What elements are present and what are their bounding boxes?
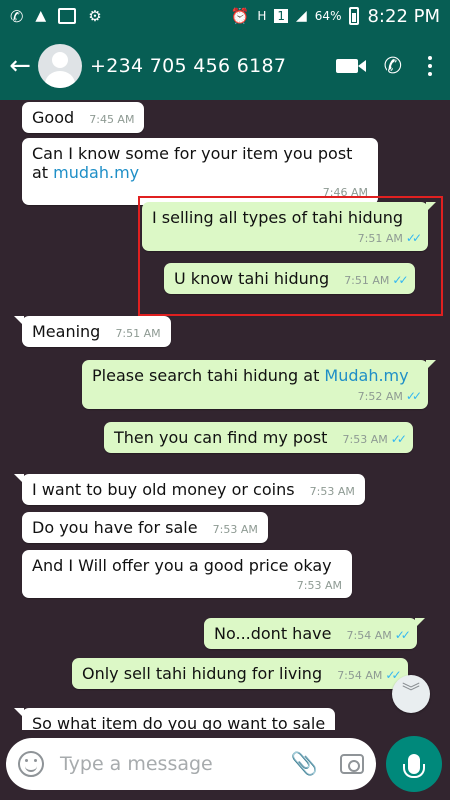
message-link[interactable]: Mudah.my — [324, 366, 408, 385]
message-incoming[interactable]: Can I know some for your item you post a… — [22, 138, 378, 205]
alarm-icon: ⏰ — [230, 7, 250, 25]
message-input-box[interactable]: Type a message 📎 — [6, 738, 376, 790]
gallery-icon: ▲ — [35, 8, 47, 24]
message-list[interactable]: Good 7:45 AM Can I know some for your it… — [0, 100, 450, 730]
message-text: Meaning — [32, 322, 101, 341]
emoji-icon[interactable] — [18, 751, 44, 777]
message-text: Only sell tahi hidung for living — [82, 664, 323, 683]
whatsapp-icon: ✆ — [10, 6, 24, 26]
avatar[interactable] — [38, 44, 82, 88]
input-bar: Type a message 📎 — [0, 730, 450, 800]
clock: 8:22 PM — [367, 5, 440, 27]
message-text: Then you can find my post — [114, 428, 328, 447]
read-receipt-icon: ✓✓ — [405, 389, 422, 403]
message-time: 7:53 AM — [212, 523, 258, 536]
read-receipt-icon: ✓✓ — [390, 432, 407, 446]
message-time: 7:54 AM — [346, 629, 392, 642]
message-outgoing[interactable]: Please search tahi hidung at Mudah.my 7:… — [82, 360, 436, 409]
message-meta: 7:52 AM ✓✓ — [92, 389, 422, 403]
message-meta: 7:54 AM ✓✓ — [337, 668, 401, 682]
message-text: Please search tahi hidung at — [92, 366, 325, 385]
signal-icon: ◢ — [296, 8, 307, 24]
message-incoming[interactable]: And I Will offer you a good price okay 7… — [22, 550, 352, 598]
message-text: And I Will offer you a good price okay — [32, 556, 332, 575]
message-outgoing[interactable]: No...dont have 7:54 AM ✓✓ — [204, 618, 425, 649]
read-receipt-icon: ✓✓ — [394, 628, 411, 642]
message-input[interactable]: Type a message — [60, 753, 291, 775]
status-bar: ✆ ▲ ⚙ ⏰ H 1 ◢ 64% 8:22 PM — [0, 0, 450, 32]
message-time: 7:45 AM — [89, 113, 135, 126]
attach-icon[interactable]: 📎 — [291, 752, 318, 777]
message-meta: 7:54 AM ✓✓ — [346, 628, 411, 642]
sim-label: 1 — [274, 9, 289, 23]
message-text: I want to buy old money or coins — [32, 480, 295, 499]
message-text: Do you have for sale — [32, 518, 198, 537]
network-label: H — [257, 9, 267, 23]
read-receipt-icon: ✓✓ — [385, 668, 401, 682]
message-time: 7:54 AM — [337, 669, 383, 682]
scroll-down-icon[interactable]: ︾ — [392, 675, 430, 713]
message-text: Good — [32, 108, 75, 127]
phone-call-icon[interactable]: ✆ — [384, 54, 402, 79]
message-incoming[interactable]: So what item do you go want to sale — [13, 708, 336, 730]
message-time: 7:53 AM — [296, 579, 342, 592]
mic-button[interactable] — [386, 736, 442, 792]
message-meta: 7:53 AM ✓✓ — [342, 432, 407, 446]
message-text: No...dont have — [214, 624, 332, 643]
video-call-icon[interactable] — [335, 59, 366, 73]
battery-percent: 64% — [314, 9, 342, 23]
battery-icon — [349, 7, 360, 25]
message-incoming[interactable]: Good 7:45 AM — [22, 102, 145, 133]
message-link[interactable]: mudah.my — [53, 163, 139, 182]
message-time: 7:53 AM — [342, 433, 388, 446]
more-options-icon[interactable] — [428, 56, 432, 76]
message-time: 7:52 AM — [357, 390, 403, 403]
contact-name[interactable]: +234 705 456 6187 — [90, 55, 286, 77]
settings-icon: ⚙ — [88, 7, 102, 25]
highlight-box — [138, 196, 443, 316]
message-outgoing[interactable]: Only sell tahi hidung for living 7:54 AM… — [72, 658, 408, 689]
message-time: 7:51 AM — [115, 327, 161, 340]
message-incoming[interactable]: Do you have for sale 7:53 AM — [22, 512, 268, 543]
message-outgoing[interactable]: Then you can find my post 7:53 AM ✓✓ — [104, 422, 413, 453]
message-text: So what item do you go want to sale — [32, 714, 326, 730]
tv-icon — [58, 8, 77, 24]
message-incoming[interactable]: Meaning 7:51 AM — [14, 316, 171, 347]
camera-icon[interactable] — [340, 754, 364, 774]
chat-header: ← +234 705 456 6187 ✆ — [0, 32, 450, 100]
message-incoming[interactable]: I want to buy old money or coins 7:53 AM — [14, 474, 365, 505]
back-arrow-icon[interactable]: ← — [2, 51, 38, 81]
message-time: 7:53 AM — [309, 485, 355, 498]
mic-icon — [403, 754, 425, 778]
